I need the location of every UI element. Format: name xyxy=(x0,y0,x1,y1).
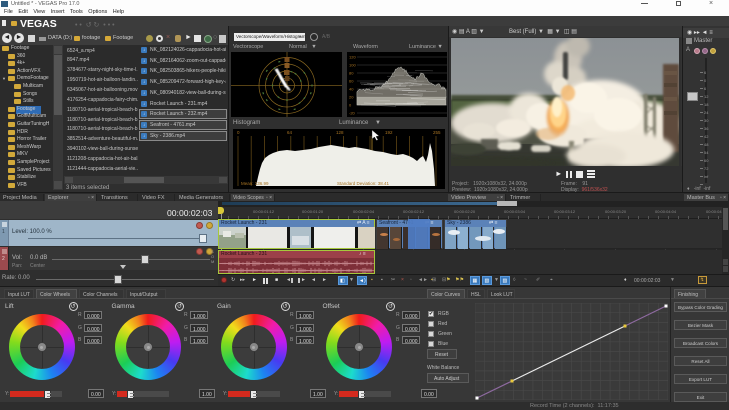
svg-text:-20: -20 xyxy=(349,111,356,116)
svg-text:192: 192 xyxy=(385,130,393,135)
svg-text:0: 0 xyxy=(237,130,240,135)
svg-text:60: 60 xyxy=(349,79,354,84)
svg-text:128: 128 xyxy=(336,130,344,135)
svg-text:Standard Deviation: 38.41: Standard Deviation: 38.41 xyxy=(337,181,390,186)
svg-text:100: 100 xyxy=(349,63,356,68)
svg-text:Mean: 136.99: Mean: 136.99 xyxy=(241,181,269,186)
svg-text:120: 120 xyxy=(349,55,356,60)
svg-text:64: 64 xyxy=(287,130,293,135)
svg-text:0: 0 xyxy=(349,103,352,108)
svg-text:255: 255 xyxy=(433,130,441,135)
svg-text:40: 40 xyxy=(349,87,354,92)
svg-text:20: 20 xyxy=(349,95,354,100)
svg-text:80: 80 xyxy=(349,71,354,76)
